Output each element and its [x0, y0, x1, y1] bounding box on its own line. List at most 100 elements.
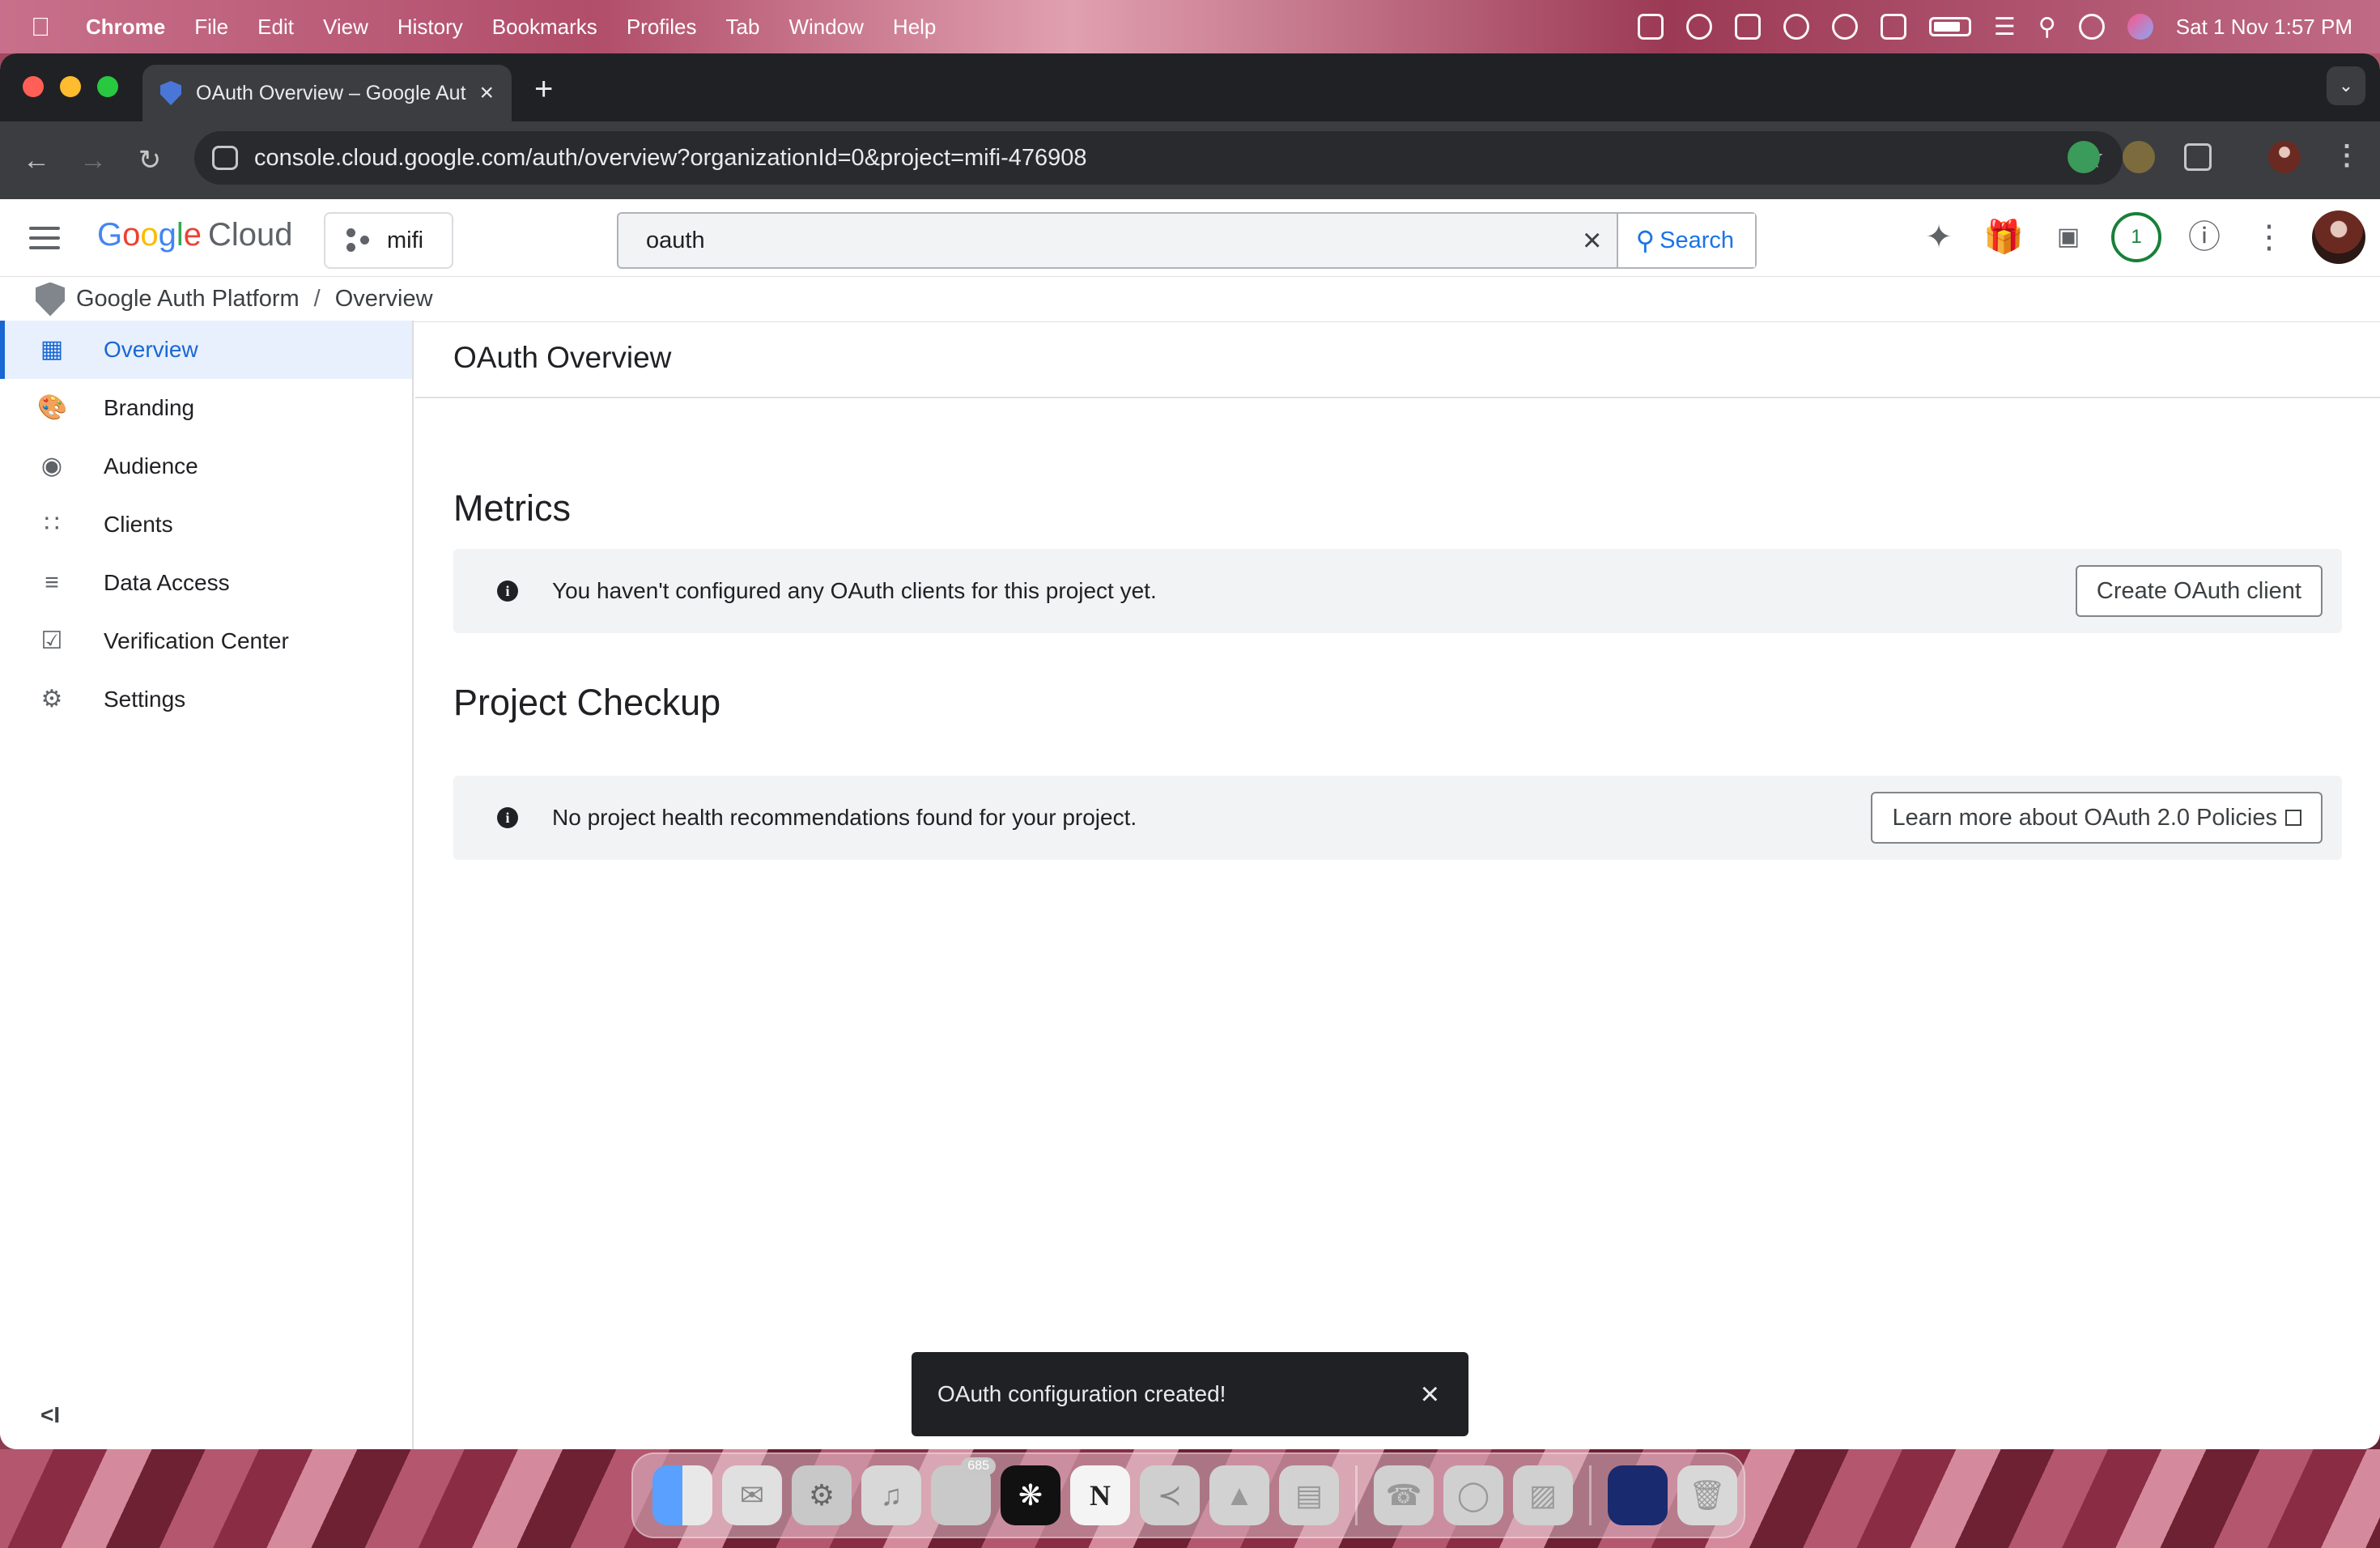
menu-tab[interactable]: Tab — [726, 15, 760, 40]
auth-platform-shield-icon — [36, 282, 65, 317]
trash-icon[interactable]: 🗑 — [1677, 1465, 1737, 1525]
sidebar-item-audience[interactable]: ◉ Audience — [0, 437, 412, 495]
notion-icon[interactable]: N — [1070, 1465, 1130, 1525]
chrome-icon[interactable]: ◯ — [1443, 1465, 1503, 1525]
menu-profiles[interactable]: Profiles — [627, 15, 697, 40]
project-checkup-heading: Project Checkup — [453, 682, 721, 723]
search-button[interactable]: ⚲ Search — [1616, 214, 1755, 267]
extensions-puzzle-icon[interactable] — [2184, 143, 2212, 171]
docker-icon[interactable]: ▤ — [1279, 1465, 1339, 1525]
wifi-icon[interactable]: ☰ — [1994, 13, 2016, 41]
new-tab-button[interactable]: + — [534, 71, 553, 108]
help-icon[interactable]: ⓘ — [2182, 215, 2226, 259]
search-icon: ⚲ — [1635, 226, 1655, 255]
info-icon: i — [497, 580, 518, 602]
whatsapp-icon[interactable]: ☎ — [1374, 1465, 1434, 1525]
macos-dock: ✉ ⚙ ♫ 685 ❋ N ≺ ▲ ▤ ☎ ◯ ▨ 🗑 — [631, 1452, 1745, 1538]
snowflake-icon[interactable] — [1685, 14, 1712, 40]
google-cloud-logo[interactable]: Google Cloud — [97, 217, 293, 253]
keynote-icon[interactable]: ▨ — [1513, 1465, 1573, 1525]
vscode-icon[interactable]: ≺ — [1140, 1465, 1200, 1525]
close-tab-icon[interactable]: × — [479, 79, 494, 107]
breadcrumb-product[interactable]: Google Auth Platform — [76, 286, 300, 313]
back-button[interactable]: ← — [8, 145, 65, 176]
menu-history[interactable]: History — [397, 15, 463, 40]
address-bar[interactable]: console.cloud.google.com/auth/overview?o… — [194, 131, 2123, 185]
notifications-badge[interactable]: 1 — [2111, 212, 2161, 262]
sidebar-item-verification-center[interactable]: ☑ Verification Center — [0, 612, 412, 670]
menu-file[interactable]: File — [194, 15, 228, 40]
music-icon[interactable]: ♫ — [861, 1465, 921, 1525]
close-toast-icon[interactable]: × — [1421, 1376, 1439, 1413]
cloud-shell-icon[interactable]: ▣ — [2046, 215, 2090, 259]
menu-edit[interactable]: Edit — [257, 15, 294, 40]
tab-strip: OAuth Overview – Google Aut × + ⌄ — [0, 53, 2380, 121]
minimize-window-button[interactable] — [60, 76, 81, 97]
cloud-icon[interactable] — [1783, 14, 1809, 40]
notion-tray-icon[interactable] — [1734, 14, 1761, 40]
toast-message: OAuth configuration created! — [937, 1381, 1226, 1406]
menu-app-name[interactable]: Chrome — [86, 15, 165, 40]
zoom-window-button[interactable] — [97, 76, 118, 97]
siri-icon[interactable] — [2127, 14, 2153, 40]
box-icon[interactable] — [1637, 14, 1664, 40]
system-settings-icon[interactable]: ⚙ — [792, 1465, 852, 1525]
search-input[interactable] — [618, 214, 1568, 267]
tab-oauth-overview[interactable]: OAuth Overview – Google Aut × — [142, 65, 512, 121]
more-options-icon[interactable]: ⋮ — [2247, 215, 2291, 259]
menu-window[interactable]: Window — [788, 15, 863, 40]
verification-icon: ☑ — [40, 627, 63, 654]
sidebar-item-overview[interactable]: ▦ Overview — [0, 321, 412, 379]
window-controls — [23, 76, 118, 97]
browser-menu-icon[interactable]: ⋮ — [2333, 139, 2361, 172]
sidebar-item-label: Overview — [104, 337, 198, 362]
discord-icon[interactable]: 685 — [931, 1457, 996, 1525]
tab-title: OAuth Overview – Google Aut — [196, 81, 466, 104]
gemini-sparkle-icon[interactable]: ✦ — [1917, 215, 1961, 259]
finder-icon[interactable] — [652, 1465, 712, 1525]
learn-more-oauth-policies-button[interactable]: Learn more about OAuth 2.0 Policies — [1871, 792, 2323, 844]
gift-icon[interactable]: 🎁 — [1982, 215, 2025, 259]
project-dots-icon — [346, 228, 371, 253]
spotlight-search-icon[interactable]: ⚲ — [2038, 13, 2056, 41]
close-window-button[interactable] — [23, 76, 44, 97]
menu-view[interactable]: View — [323, 15, 368, 40]
sidebar-item-settings[interactable]: ⚙ Settings — [0, 670, 412, 729]
mail-icon[interactable]: ✉ — [722, 1465, 782, 1525]
learn-more-label: Learn more about OAuth 2.0 Policies — [1892, 804, 2277, 831]
sidebar-item-label: Clients — [104, 512, 173, 537]
battery-icon[interactable] — [1928, 17, 1971, 36]
collapse-sidebar-button[interactable]: <I — [40, 1402, 60, 1428]
cube-app-icon[interactable]: ▲ — [1209, 1465, 1269, 1525]
extension-green-icon[interactable] — [2068, 141, 2100, 173]
project-picker-button[interactable]: mifi — [324, 212, 453, 269]
clear-search-icon[interactable]: × — [1568, 223, 1617, 259]
control-center-icon[interactable] — [2078, 14, 2105, 40]
apple-menu-icon[interactable]:  — [31, 13, 58, 40]
menu-help[interactable]: Help — [893, 15, 936, 40]
info-icon: i — [497, 807, 518, 828]
chatgpt-icon[interactable]: ❋ — [1001, 1465, 1060, 1525]
create-oauth-client-button[interactable]: Create OAuth client — [2075, 565, 2323, 617]
profile-avatar-icon[interactable] — [2268, 141, 2301, 173]
site-info-icon[interactable] — [212, 146, 238, 170]
logo-cloud-text: Cloud — [208, 217, 293, 253]
display-icon[interactable] — [1880, 14, 1906, 40]
recent-document-icon[interactable] — [1608, 1465, 1668, 1525]
hamburger-menu-icon[interactable] — [29, 227, 60, 256]
extension-turtle-icon[interactable] — [2123, 141, 2155, 173]
account-avatar[interactable] — [2312, 211, 2365, 264]
play-icon[interactable] — [1831, 14, 1858, 40]
forward-button[interactable]: → — [65, 145, 121, 176]
reload-button[interactable]: ↻ — [121, 144, 178, 176]
dock-separator — [1589, 1465, 1592, 1525]
menu-bookmarks[interactable]: Bookmarks — [492, 15, 597, 40]
sidebar-item-clients[interactable]: ∷ Clients — [0, 495, 412, 554]
account-circle-icon: ◉ — [40, 453, 63, 479]
tab-search-chevron-icon[interactable]: ⌄ — [2327, 66, 2365, 105]
logo-google-text: Google — [97, 217, 202, 253]
sidebar-item-branding[interactable]: 🎨 Branding — [0, 379, 412, 437]
menubar-clock[interactable]: Sat 1 Nov 1:57 PM — [2176, 15, 2352, 40]
sidebar-item-data-access[interactable]: ≡ Data Access — [0, 554, 412, 612]
url-text[interactable]: console.cloud.google.com/auth/overview?o… — [254, 145, 1087, 172]
